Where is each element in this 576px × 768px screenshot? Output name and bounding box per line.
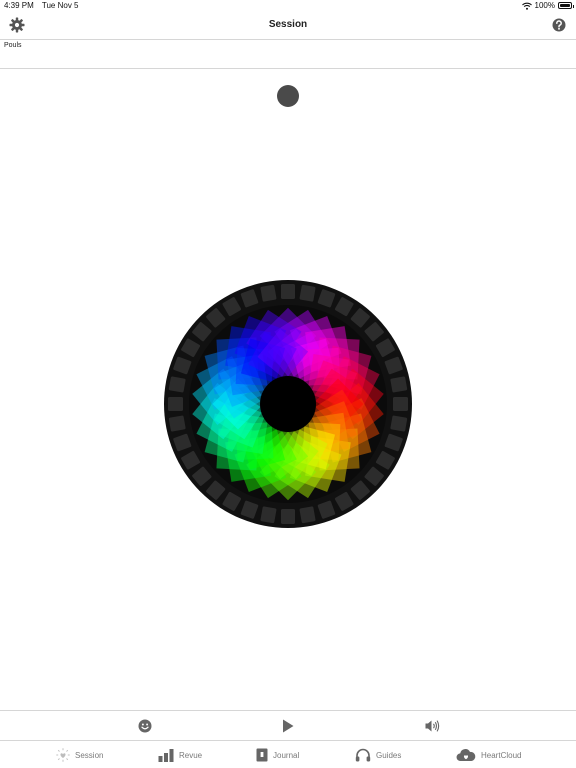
play-button[interactable] — [280, 718, 296, 734]
ring-segment — [168, 415, 186, 432]
tab-heartcloud[interactable]: HeartCloud — [456, 746, 521, 764]
pulse-panel: Pouls — [0, 40, 576, 69]
tab-journal-label: Journal — [273, 750, 300, 760]
volume-button[interactable] — [424, 718, 440, 734]
pulse-label: Pouls — [4, 42, 22, 49]
heart-sun-icon — [56, 748, 70, 762]
tab-guides[interactable]: Guides — [355, 746, 401, 764]
navigation-bar: Session — [0, 12, 576, 40]
tab-revue-label: Revue — [179, 750, 203, 760]
tab-journal[interactable]: Journal — [256, 746, 299, 764]
battery-icon — [558, 2, 574, 9]
speaker-icon — [425, 720, 440, 732]
mood-button[interactable] — [137, 718, 153, 734]
status-time: 4:39 PM — [4, 1, 34, 10]
tab-session-label: Session — [75, 750, 104, 760]
pacer-indicator — [277, 85, 299, 107]
status-right: 100% — [521, 1, 574, 10]
status-date: Tue Nov 5 — [41, 1, 79, 10]
mandala-center — [260, 376, 316, 432]
page-title: Session — [268, 19, 308, 30]
ring-segment — [281, 509, 295, 524]
ring-segment — [390, 415, 408, 432]
ring-segment — [281, 284, 295, 299]
ring-segment — [390, 376, 408, 393]
help-button[interactable] — [551, 17, 567, 33]
battery-percent: 100% — [534, 1, 555, 10]
tab-bar: Session Revue Journal Guides HeartCloud — [0, 740, 576, 768]
tab-revue[interactable]: Revue — [158, 746, 202, 764]
ring-segment — [393, 397, 408, 411]
question-icon — [552, 18, 566, 32]
battery-fill — [560, 4, 570, 7]
wifi-icon — [521, 2, 532, 10]
status-left: 4:39 PM Tue Nov 5 — [4, 1, 84, 10]
tab-session[interactable]: Session — [56, 746, 103, 764]
control-bar — [0, 710, 576, 740]
tab-guides-label: Guides — [376, 750, 402, 760]
ring-segment — [260, 284, 277, 302]
status-bar: 4:39 PM Tue Nov 5 100% — [0, 0, 576, 12]
tab-heartcloud-label: HeartCloud — [481, 750, 522, 760]
ring-segment — [299, 506, 316, 524]
ring-segment — [299, 284, 316, 302]
ring-segment — [260, 506, 277, 524]
play-icon — [283, 719, 294, 733]
smiley-icon — [138, 719, 152, 733]
bar-chart-icon — [158, 749, 174, 762]
ring-segment — [168, 397, 183, 411]
coherence-mandala — [164, 280, 412, 528]
headphones-icon — [355, 748, 371, 762]
ring-segment — [168, 376, 186, 393]
journal-icon — [256, 748, 268, 762]
cloud-heart-icon — [456, 749, 476, 762]
